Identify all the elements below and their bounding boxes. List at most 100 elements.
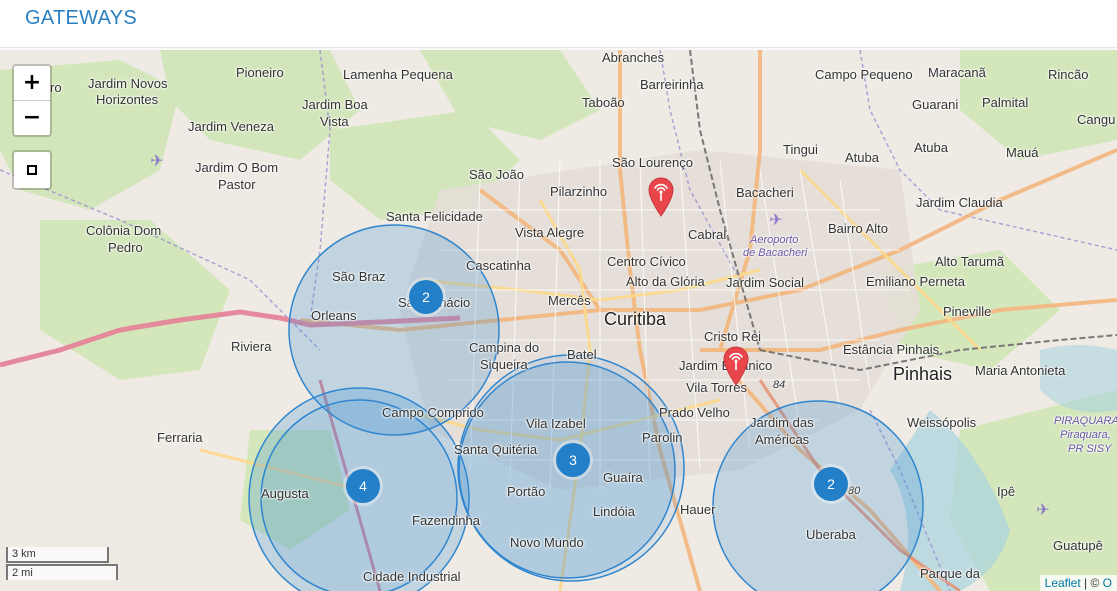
place-label: Mercês bbox=[548, 293, 591, 308]
place-label: PR SISY bbox=[1068, 443, 1112, 455]
place-label: Guatupê bbox=[1053, 538, 1103, 553]
attribution: Leaflet | © O bbox=[1039, 575, 1117, 591]
road-label: 84 bbox=[773, 379, 786, 391]
place-label: São Lourenço bbox=[612, 155, 693, 170]
place-label: Jardim Social bbox=[726, 275, 805, 290]
place-label: Fazendinha bbox=[412, 513, 480, 528]
cluster-marker[interactable]: 2 bbox=[814, 467, 848, 501]
attribution-separator: | © bbox=[1080, 576, 1103, 590]
page-title: GATEWAYS bbox=[25, 7, 138, 29]
place-label: Maria Antonieta bbox=[975, 363, 1066, 378]
square-icon bbox=[27, 165, 37, 175]
place-label: Américas bbox=[755, 432, 810, 447]
place-label: Palmital bbox=[982, 95, 1029, 110]
cluster-marker[interactable]: 3 bbox=[556, 443, 590, 477]
place-label: Uberaba bbox=[806, 527, 856, 542]
place-label: Estância Pinhais bbox=[843, 342, 940, 357]
cluster-marker[interactable]: 4 bbox=[346, 469, 380, 503]
page-header: GATEWAYS bbox=[0, 0, 1117, 48]
place-label: Maracanã bbox=[928, 65, 986, 80]
place-label: Guarani bbox=[912, 97, 959, 112]
place-label: Weissópolis bbox=[907, 415, 977, 430]
place-label: Atuba bbox=[914, 140, 948, 155]
place-label: Lamenha Pequena bbox=[343, 67, 453, 82]
airport-icon: ✈ bbox=[150, 153, 164, 170]
place-label: Jardim Novos bbox=[88, 76, 168, 91]
place-label: Campo Pequeno bbox=[815, 67, 913, 82]
place-label: Cidade Industrial bbox=[363, 569, 461, 584]
map[interactable]: Jardim Novos Horizontes ro Pioneiro Lame… bbox=[0, 50, 1117, 591]
place-label: Augusta bbox=[261, 486, 309, 501]
place-label: São João bbox=[469, 167, 524, 182]
place-label: Prado Velho bbox=[659, 405, 730, 420]
airport-icon: ✈ bbox=[1036, 502, 1050, 519]
place-label: Ipê bbox=[997, 484, 1016, 499]
place-label: Cangu bbox=[1077, 112, 1116, 127]
place-label: Riviera bbox=[231, 339, 272, 354]
place-label: Santa Felicidade bbox=[386, 209, 483, 224]
zoom-in-button[interactable]: + bbox=[14, 66, 50, 100]
scale-bar-km: 3 km bbox=[6, 547, 109, 563]
place-label: Barreirinha bbox=[640, 77, 704, 92]
gateway-marker-icon[interactable] bbox=[647, 177, 675, 217]
airport-icon: ✈ bbox=[769, 212, 783, 229]
place-label: Vista Alegre bbox=[515, 225, 585, 240]
place-label: Batel bbox=[567, 347, 597, 362]
place-label: Ferraria bbox=[157, 430, 203, 445]
place-label: Vila Izabel bbox=[526, 416, 586, 431]
place-label: Horizontes bbox=[96, 92, 159, 107]
place-label: Campo Comprido bbox=[382, 405, 484, 420]
place-label: Bairro Alto bbox=[828, 221, 888, 236]
place-label: Jardim Boa bbox=[302, 97, 368, 112]
place-label: Mauá bbox=[1006, 145, 1039, 160]
place-label: Centro Cívico bbox=[607, 254, 686, 269]
place-label: Parque da bbox=[920, 566, 980, 581]
place-label: Siqueira bbox=[480, 357, 528, 372]
place-label: Guaíra bbox=[603, 470, 643, 485]
place-label: Portão bbox=[507, 484, 546, 499]
place-label: Alto Tarumã bbox=[935, 254, 1005, 269]
place-label: Piraquara, bbox=[1060, 429, 1111, 441]
place-label: Hauer bbox=[680, 502, 716, 517]
place-label: Alto da Glória bbox=[626, 274, 705, 289]
osm-link[interactable]: O bbox=[1103, 576, 1112, 590]
place-label: Pinhais bbox=[893, 364, 953, 384]
map-tiles bbox=[0, 50, 1117, 591]
cluster-marker[interactable]: 2 bbox=[409, 280, 443, 314]
place-label: Cristo Rei bbox=[704, 329, 762, 344]
place-label: Colônia Dom bbox=[86, 223, 162, 238]
leaflet-link[interactable]: Leaflet bbox=[1045, 576, 1081, 590]
place-label: Pastor bbox=[218, 177, 256, 192]
place-label: Pedro bbox=[108, 240, 143, 255]
place-label: Campina do bbox=[469, 340, 540, 355]
place-label: Vista bbox=[320, 114, 349, 129]
scale-bar-mi: 2 mi bbox=[6, 564, 118, 580]
place-label: Jardim Veneza bbox=[188, 119, 274, 134]
road-label: 80 bbox=[848, 485, 861, 497]
place-label: Pineville bbox=[943, 304, 992, 319]
place-label: Bacacheri bbox=[736, 185, 794, 200]
zoom-out-button[interactable]: − bbox=[14, 100, 50, 135]
place-label: Orleans bbox=[311, 308, 357, 323]
place-label: Jardim das bbox=[750, 415, 814, 430]
place-label: Pioneiro bbox=[236, 65, 284, 80]
place-label: Taboão bbox=[582, 95, 625, 110]
place-label: Parolin bbox=[642, 430, 683, 445]
place-label: Tingui bbox=[783, 142, 818, 157]
place-label: Novo Mundo bbox=[510, 535, 584, 550]
place-label: Atuba bbox=[845, 150, 879, 165]
draw-rectangle-button[interactable] bbox=[12, 150, 52, 190]
place-label: Santa Quitéria bbox=[454, 442, 538, 457]
place-label: Jardim O Bom bbox=[195, 160, 279, 175]
place-label: Rincão bbox=[1048, 67, 1089, 82]
place-label: de Bacacheri bbox=[743, 247, 808, 259]
place-label: Lindóia bbox=[593, 504, 635, 519]
zoom-control: + − bbox=[12, 64, 52, 137]
place-label: Abranches bbox=[602, 50, 665, 65]
place-label: Aeroporto bbox=[750, 234, 799, 246]
place-label: Pilarzinho bbox=[550, 184, 608, 199]
gateway-marker-icon[interactable] bbox=[722, 346, 750, 386]
place-label: Cascatinha bbox=[466, 258, 532, 273]
place-label: Emiliano Perneta bbox=[866, 274, 965, 289]
place-label: Curitiba bbox=[604, 309, 667, 329]
